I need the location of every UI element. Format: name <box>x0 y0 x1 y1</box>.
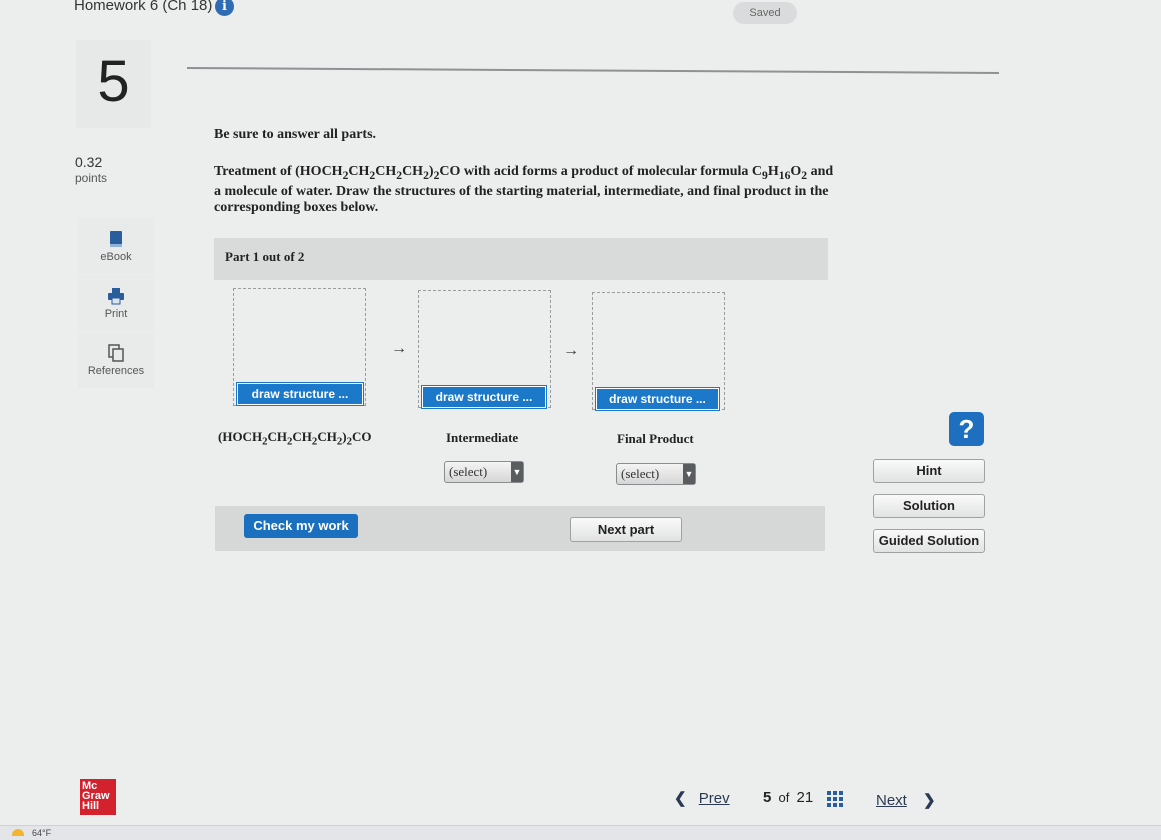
chevron-right-icon: ❯ <box>923 792 936 809</box>
dropdown-caret-icon: ▼ <box>683 464 695 484</box>
dropdown-caret-icon: ▼ <box>511 462 523 482</box>
next-label: Next <box>876 792 907 809</box>
points-label: points <box>75 171 108 185</box>
page-indicator: 5 of 21 <box>763 789 814 806</box>
ebook-button[interactable]: eBook <box>78 218 154 274</box>
assignment-title: Homework 6 (Ch 18) <box>74 0 213 14</box>
solution-button[interactable]: Solution <box>873 494 985 518</box>
draw-structure-button-intermediate[interactable]: draw structure ... <box>422 386 546 408</box>
draw-structure-button-start[interactable]: draw structure ... <box>237 383 363 405</box>
references-label: References <box>87 365 145 377</box>
temperature-readout: 64°F <box>32 828 52 838</box>
ebook-label: eBook <box>100 251 132 263</box>
final-product-select-value: (select) <box>621 466 660 481</box>
top-bar: Homework 6 (Ch 18) i Saved <box>0 0 1161 32</box>
os-taskbar <box>0 825 1161 840</box>
reaction-arrow-1: → <box>391 340 407 357</box>
book-icon <box>110 231 122 247</box>
hint-button[interactable]: Hint <box>873 459 985 483</box>
intermediate-label: Intermediate <box>446 430 519 445</box>
instruction-text: Be sure to answer all parts. <box>214 127 377 142</box>
mcgraw-hill-logo: Mc Graw Hill <box>80 779 116 815</box>
next-part-button[interactable]: Next part <box>570 517 682 542</box>
intermediate-select-value: (select) <box>449 464 488 479</box>
info-icon[interactable]: i <box>215 0 234 16</box>
printer-icon <box>108 288 124 305</box>
references-button[interactable]: References <box>78 332 154 388</box>
points-value: 0.32 <box>75 154 103 170</box>
saved-status-badge: Saved <box>733 2 797 24</box>
references-icon <box>108 344 124 362</box>
draw-structure-button-final[interactable]: draw structure ... <box>596 388 719 410</box>
part-label: Part 1 out of 2 <box>225 249 305 264</box>
print-label: Print <box>104 308 128 320</box>
part-header: Part 1 out of 2 <box>214 238 828 280</box>
next-button[interactable]: Next ❯ <box>876 791 936 809</box>
guided-solution-button[interactable]: Guided Solution <box>873 529 985 553</box>
final-product-label: Final Product <box>617 431 694 446</box>
problem-text: Treatment of (HOCH2CH2CH2CH2)2CO with ac… <box>214 164 834 215</box>
prev-label: Prev <box>698 790 730 807</box>
question-number-box: 5 <box>76 40 151 128</box>
intermediate-select[interactable]: (select) ▼ <box>444 461 524 483</box>
help-icon[interactable]: ? <box>949 412 984 446</box>
question-number: 5 <box>97 49 130 114</box>
chevron-left-icon: ❮ <box>674 790 687 807</box>
final-product-select[interactable]: (select) ▼ <box>616 463 696 485</box>
reaction-arrow-2: → <box>563 342 579 359</box>
weather-sun-icon <box>12 829 24 836</box>
print-button[interactable]: Print <box>78 275 154 331</box>
question-grid-icon[interactable] <box>827 791 844 808</box>
header-divider <box>186 67 999 74</box>
check-my-work-button[interactable]: Check my work <box>244 514 358 538</box>
prev-button[interactable]: ❮ Prev <box>674 789 730 807</box>
starting-material-label: (HOCH2CH2CH2CH2)2CO <box>218 429 372 448</box>
